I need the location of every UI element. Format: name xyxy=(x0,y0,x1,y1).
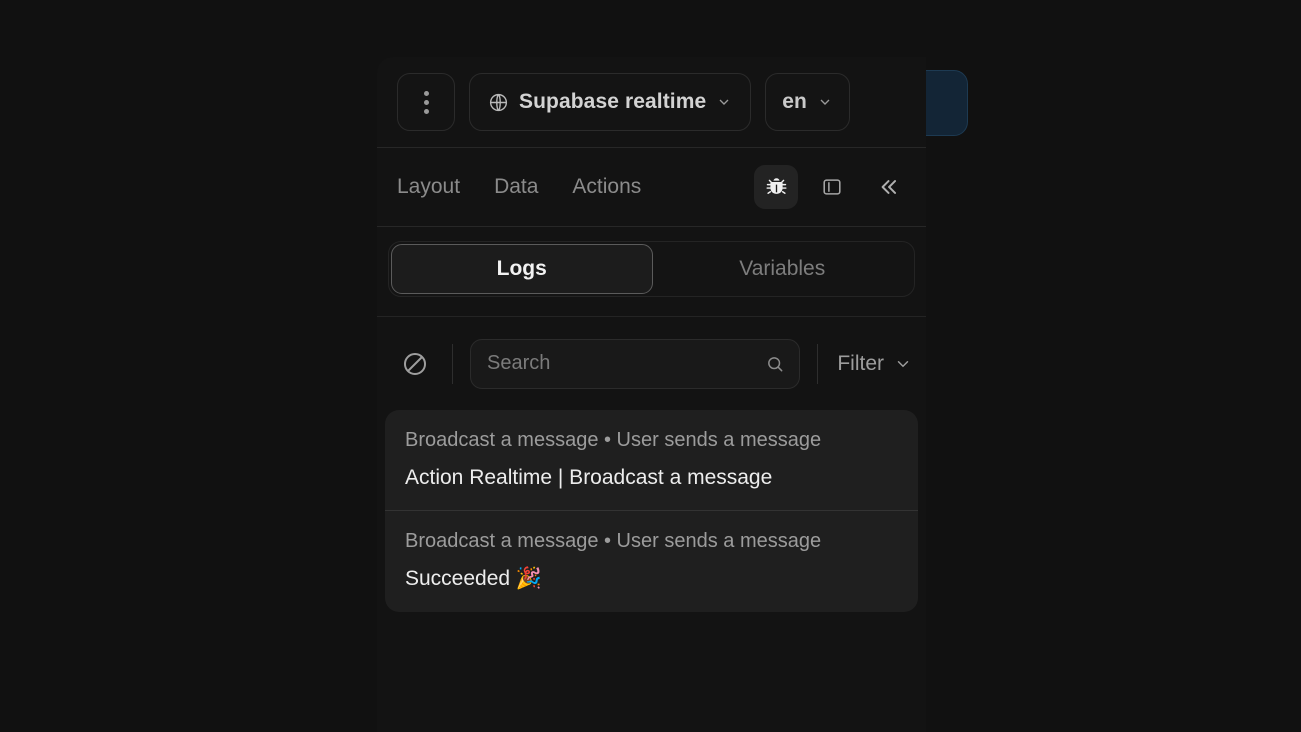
panel-left-icon xyxy=(821,176,843,198)
toggle-side-panel-button[interactable] xyxy=(810,165,854,209)
filter-dropdown[interactable]: Filter xyxy=(835,352,912,376)
overflow-menu-button[interactable] xyxy=(397,73,455,131)
tab-logs[interactable]: Logs xyxy=(391,244,653,294)
log-entry-message: Succeeded 🎉 xyxy=(405,567,543,591)
logs-variables-segmented-control: Logs Variables xyxy=(388,241,915,297)
nav-divider xyxy=(377,226,926,227)
nav-tools xyxy=(754,165,910,209)
app-root: Supabase realtime en Layout Data Actions… xyxy=(0,0,1301,732)
globe-icon xyxy=(488,92,509,113)
log-entry-meta: Broadcast a message • User sends a messa… xyxy=(405,429,822,451)
log-entry-message: Action Realtime | Broadcast a message xyxy=(405,466,773,489)
log-entry[interactable]: Broadcast a message • User sends a messa… xyxy=(385,410,918,510)
chevron-down-icon xyxy=(894,355,912,373)
project-selector[interactable]: Supabase realtime xyxy=(469,73,752,131)
debug-panel: Supabase realtime en Layout Data Actions… xyxy=(377,57,926,732)
language-label: en xyxy=(782,90,807,113)
toolbar-divider-left xyxy=(452,343,453,384)
nav-tab-layout[interactable]: Layout xyxy=(397,175,460,199)
logs-list: Broadcast a message • User sends a messa… xyxy=(385,410,918,612)
kebab-menu-icon xyxy=(423,90,429,114)
toolbar-divider-right xyxy=(817,343,819,384)
collapse-panel-button[interactable] xyxy=(866,165,910,209)
tab-variables[interactable]: Variables xyxy=(653,244,913,294)
nav-row: Layout Data Actions xyxy=(377,148,926,226)
nav-tab-actions[interactable]: Actions xyxy=(572,175,641,199)
log-entry-meta: Broadcast a message • User sends a messa… xyxy=(405,530,822,553)
search-icon xyxy=(765,354,785,374)
search-input[interactable] xyxy=(487,352,766,375)
log-entry[interactable]: Broadcast a message • User sends a messa… xyxy=(385,510,918,611)
ban-circle-slash-icon xyxy=(401,350,429,378)
chevron-down-icon xyxy=(817,94,833,110)
nav-tabs: Layout Data Actions xyxy=(397,175,754,199)
language-selector[interactable]: en xyxy=(765,73,850,131)
chevrons-left-icon xyxy=(875,174,901,200)
nav-tab-data[interactable]: Data xyxy=(494,175,538,199)
filter-label: Filter xyxy=(837,351,884,375)
logs-toolbar: Filter xyxy=(377,317,926,410)
search-field[interactable] xyxy=(470,338,801,389)
project-name: Supabase realtime xyxy=(519,90,707,113)
clear-logs-button[interactable] xyxy=(395,344,435,384)
panel-header: Supabase realtime en xyxy=(377,57,926,147)
debug-toggle-button[interactable] xyxy=(754,165,798,209)
chevron-down-icon xyxy=(716,94,732,110)
bug-icon xyxy=(765,176,788,199)
